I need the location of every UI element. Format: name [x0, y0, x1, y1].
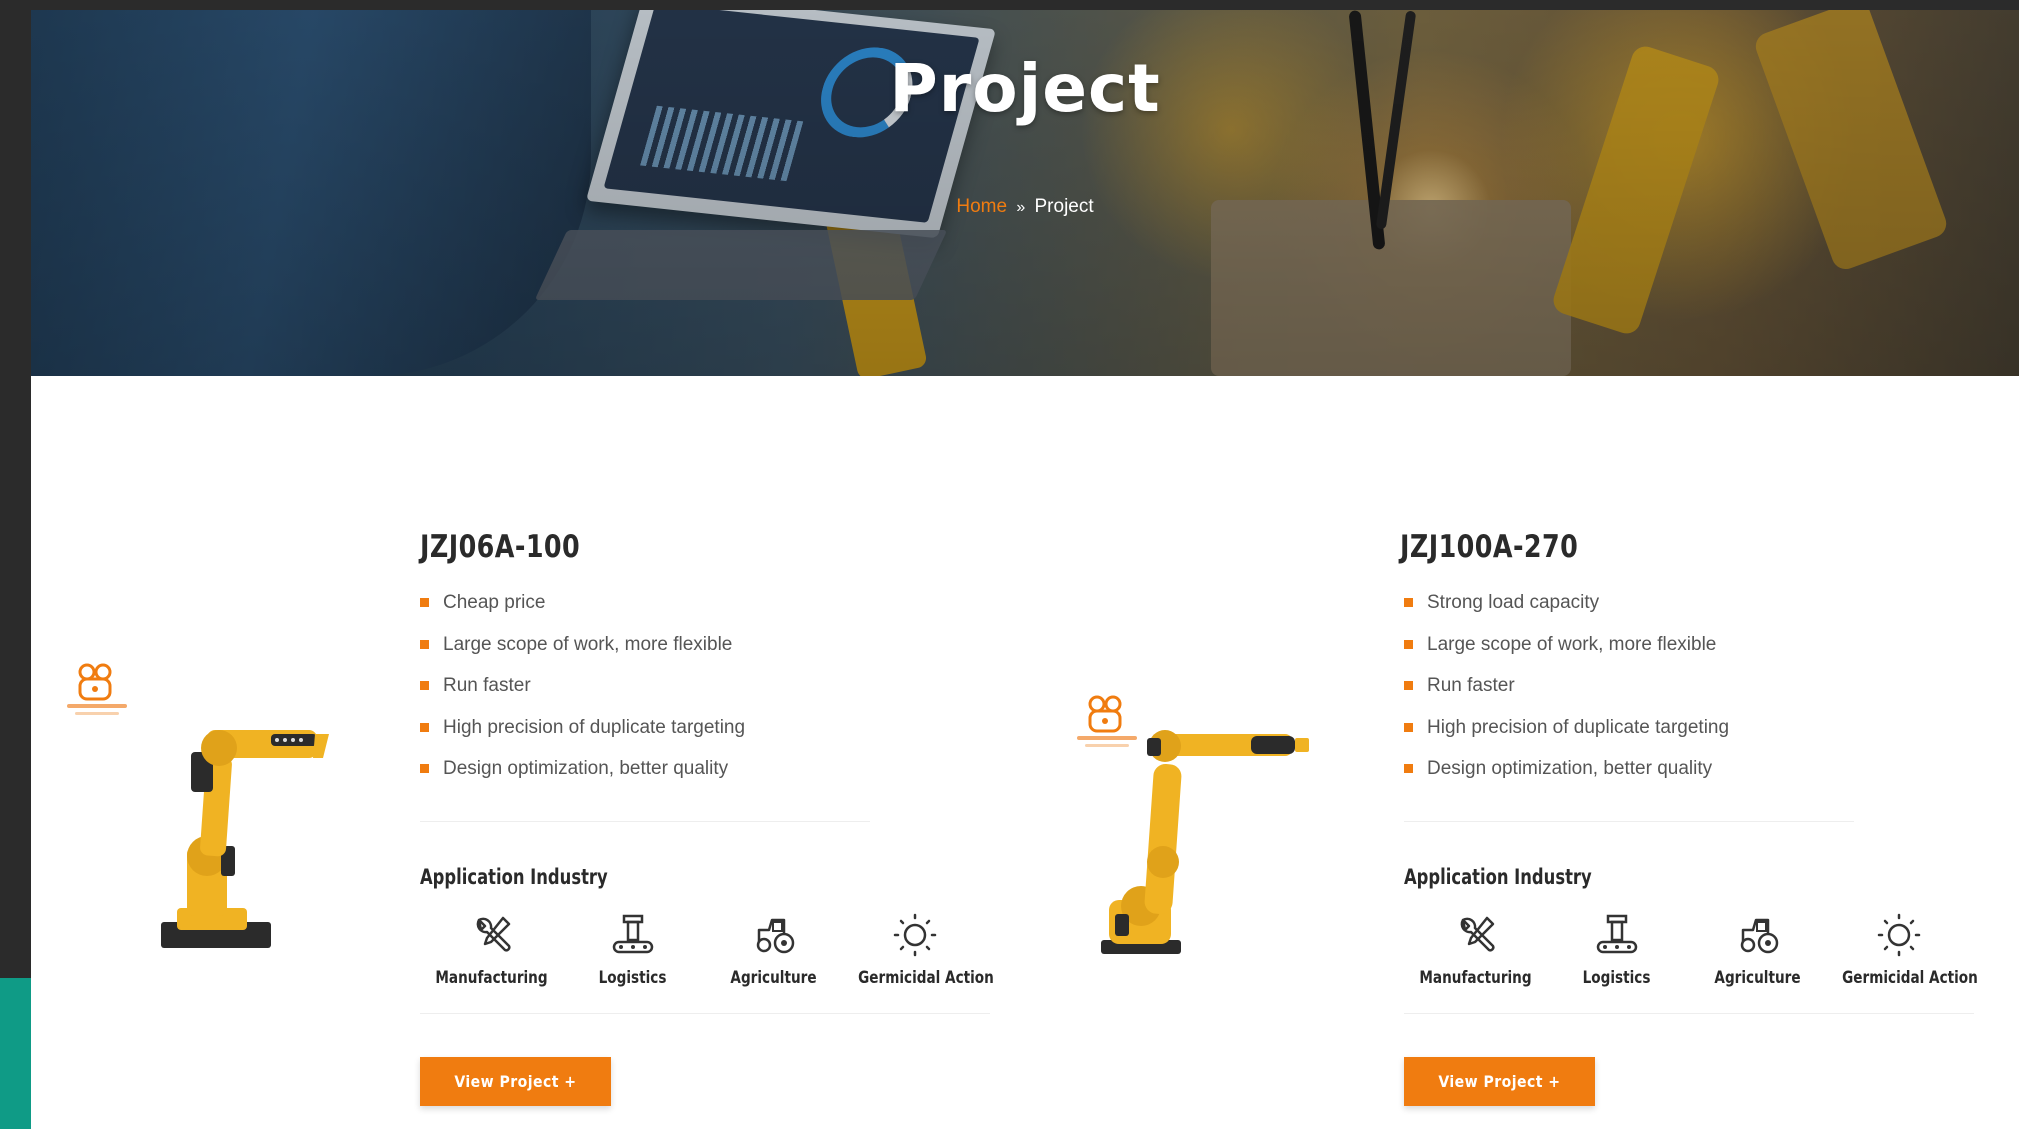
feature-item: Design optimization, better quality — [1404, 757, 1729, 799]
industry-manufacturing: Manufacturing — [421, 912, 562, 988]
view-project-label: View Project + — [1438, 1072, 1561, 1091]
feature-item: High precision of duplicate targeting — [1404, 716, 1729, 758]
feature-item: Cheap price — [420, 591, 745, 633]
industry-label: Logistics — [1582, 968, 1651, 988]
side-accent-strip — [0, 978, 31, 1129]
industry-agriculture: Agriculture — [1687, 912, 1828, 988]
robot-arm-image — [1101, 730, 1309, 954]
product-card: JZJ06A-100 Cheap price Large scope of wo… — [31, 376, 994, 1129]
conveyor-icon — [1596, 914, 1637, 954]
breadcrumb-current: Project — [1034, 196, 1094, 217]
industry-logistics: Logistics — [1546, 912, 1687, 988]
feature-item: Large scope of work, more flexible — [1404, 633, 1729, 675]
tractor-icon — [1740, 918, 1778, 954]
feature-item: Run faster — [420, 674, 745, 716]
industry-germicidal: Germicidal Action — [1828, 912, 1978, 988]
brand-logo-text — [67, 704, 127, 708]
industry-label: Germicidal Action — [858, 968, 994, 988]
brand-logo — [67, 662, 127, 732]
industry-label: Germicidal Action — [1842, 968, 1978, 988]
product-card: JZJ100A-270 Strong load capacity Large s… — [1051, 376, 2011, 1129]
hero-banner: Project Home » Project — [31, 10, 2019, 376]
uv-lamp-icon — [1877, 913, 1920, 957]
feature-item: Strong load capacity — [1404, 591, 1729, 633]
page: Project Home » Project JZJ06A-100 Cheap … — [31, 10, 2019, 1129]
feature-item: Large scope of work, more flexible — [420, 633, 745, 675]
divider — [420, 821, 870, 822]
top-dark-bar — [0, 0, 2019, 10]
industry-label: Manufacturing — [1419, 968, 1532, 988]
feature-list: Cheap price Large scope of work, more fl… — [420, 591, 745, 799]
feature-item: Run faster — [1404, 674, 1729, 716]
view-project-label: View Project + — [454, 1072, 577, 1091]
view-project-button[interactable]: View Project + — [1404, 1057, 1595, 1106]
breadcrumb: Home » Project — [31, 196, 2019, 218]
divider — [1404, 1013, 1974, 1014]
industry-logistics: Logistics — [562, 912, 703, 988]
application-industry-title: Application Industry — [1404, 865, 1592, 889]
conveyor-icon — [612, 914, 653, 954]
product-title: JZJ100A-270 — [1400, 529, 1579, 565]
industry-germicidal: Germicidal Action — [844, 912, 994, 988]
feature-list: Strong load capacity Large scope of work… — [1404, 591, 1729, 799]
uv-lamp-icon — [893, 913, 936, 957]
industry-list: Manufacturing Logistics Agriculture Germ… — [421, 912, 994, 988]
industry-label: Logistics — [598, 968, 667, 988]
industry-label: Manufacturing — [435, 968, 548, 988]
application-industry-title: Application Industry — [420, 865, 608, 889]
wrench-screwdriver-icon — [476, 916, 511, 952]
industry-manufacturing: Manufacturing — [1405, 912, 1546, 988]
industry-label: Agriculture — [730, 968, 817, 988]
divider — [1404, 821, 1854, 822]
feature-item: Design optimization, better quality — [420, 757, 745, 799]
wrench-screwdriver-icon — [1460, 916, 1495, 952]
industry-agriculture: Agriculture — [703, 912, 844, 988]
divider — [420, 1013, 990, 1014]
feature-item: High precision of duplicate targeting — [420, 716, 745, 758]
industry-label: Agriculture — [1714, 968, 1801, 988]
brand-logo-icon — [78, 663, 112, 701]
view-project-button[interactable]: View Project + — [420, 1057, 611, 1106]
page-title: Project — [889, 50, 1161, 127]
industry-list: Manufacturing Logistics Agriculture Germ… — [1405, 912, 1978, 988]
breadcrumb-home-link[interactable]: Home — [956, 196, 1007, 217]
brand-logo-subtext — [75, 712, 119, 715]
product-title: JZJ06A-100 — [420, 529, 581, 565]
robot-arm-image — [161, 730, 329, 948]
breadcrumb-separator: » — [1016, 199, 1026, 216]
tractor-icon — [756, 918, 794, 954]
